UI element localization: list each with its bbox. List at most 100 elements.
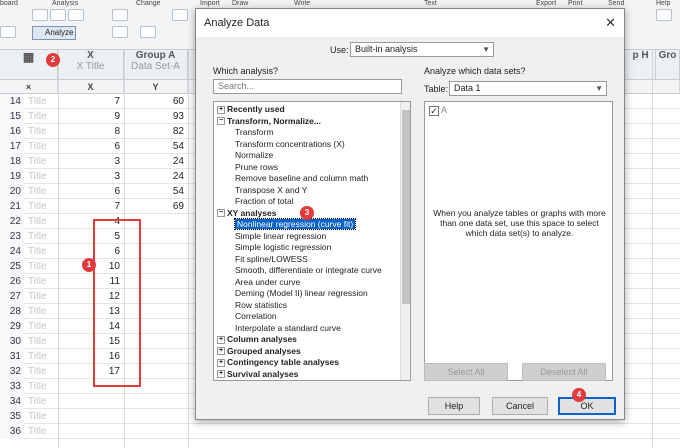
cell-y[interactable]: 69: [124, 199, 186, 214]
row-title[interactable]: Title: [28, 259, 47, 274]
arrows-icon[interactable]: [112, 9, 128, 21]
tree-item[interactable]: Fit spline/LOWESS: [214, 254, 308, 266]
row-title[interactable]: Title: [28, 349, 47, 364]
dataset-list[interactable]: ✓ A When you analyze tables or graphs wi…: [424, 101, 613, 381]
expand-toggle-icon[interactable]: −: [217, 209, 225, 218]
tree-category[interactable]: + Grouped analyses: [214, 346, 301, 358]
tree-category[interactable]: + Column analyses: [214, 334, 297, 346]
row-number: 14: [0, 94, 24, 109]
ok-button[interactable]: OK: [558, 397, 616, 415]
cell-y[interactable]: 24: [124, 154, 186, 169]
cell-y[interactable]: 24: [124, 169, 186, 184]
dataset-a-checkbox[interactable]: ✓: [429, 106, 439, 116]
cell-y[interactable]: 93: [124, 109, 186, 124]
row-title[interactable]: Title: [28, 244, 47, 259]
table-row[interactable]: 36 Title: [0, 424, 680, 439]
tree-item[interactable]: Prune rows: [214, 162, 278, 174]
tree-item[interactable]: Normalize: [214, 150, 273, 162]
column-a-header[interactable]: Group A Data Set-A: [124, 50, 188, 80]
tree-item[interactable]: Transform concentrations (X): [214, 139, 345, 151]
row-title[interactable]: Title: [28, 364, 47, 379]
tree-category[interactable]: − XY analyses: [214, 208, 276, 220]
tree-category[interactable]: + Recently used: [214, 104, 285, 116]
use-select[interactable]: Built-in analysis ▼: [350, 42, 494, 57]
tree-item[interactable]: Deming (Model II) linear regression: [214, 288, 368, 300]
column-x-header[interactable]: XX Title: [58, 50, 124, 80]
cell-y[interactable]: 54: [124, 184, 186, 199]
close-icon[interactable]: ✕: [605, 15, 616, 31]
tree-item[interactable]: Simple linear regression: [214, 231, 326, 243]
expand-toggle-icon[interactable]: +: [217, 105, 225, 114]
row-title[interactable]: Title: [28, 274, 47, 289]
row-title[interactable]: Title: [28, 184, 47, 199]
cell-x[interactable]: 6: [62, 139, 122, 154]
deselect-all-button[interactable]: Deselect All: [522, 363, 606, 381]
row-title[interactable]: Title: [28, 124, 47, 139]
expand-toggle-icon[interactable]: +: [217, 335, 225, 344]
xy-graph-icon[interactable]: [32, 9, 48, 21]
column-g-header[interactable]: Gro: [656, 50, 680, 80]
sort-icon[interactable]: [112, 26, 128, 38]
new-sheet-icon[interactable]: [0, 26, 16, 38]
tree-item[interactable]: Area under curve: [214, 277, 300, 289]
fill-color-icon[interactable]: [172, 9, 188, 21]
cell-y[interactable]: 82: [124, 124, 186, 139]
number-format-icon[interactable]: [140, 26, 156, 38]
row-title[interactable]: Title: [28, 154, 47, 169]
tree-category[interactable]: + Contingency table analyses: [214, 357, 339, 369]
cell-x[interactable]: 3: [62, 154, 122, 169]
tree-item[interactable]: Smooth, differentiate or integrate curve: [214, 265, 382, 277]
expand-toggle-icon[interactable]: +: [217, 370, 225, 379]
row-title[interactable]: Title: [28, 229, 47, 244]
row-title[interactable]: Title: [28, 304, 47, 319]
row-title[interactable]: Title: [28, 379, 47, 394]
scrollbar-thumb[interactable]: [402, 110, 410, 304]
tree-category[interactable]: − Transform, Normalize...: [214, 116, 321, 128]
row-title[interactable]: Title: [28, 334, 47, 349]
row-title[interactable]: Title: [28, 139, 47, 154]
row-title[interactable]: Title: [28, 214, 47, 229]
cancel-button[interactable]: Cancel: [492, 397, 548, 415]
tree-item[interactable]: Row statistics: [214, 300, 287, 312]
tree-category[interactable]: + Survival analyses: [214, 369, 298, 381]
cell-x[interactable]: 7: [62, 94, 122, 109]
bar-graph-icon[interactable]: [50, 9, 66, 21]
cell-x[interactable]: 9: [62, 109, 122, 124]
row-title[interactable]: Title: [28, 109, 47, 124]
cell-x[interactable]: 3: [62, 169, 122, 184]
row-title[interactable]: Title: [28, 289, 47, 304]
tree-item[interactable]: Simple logistic regression: [214, 242, 331, 254]
scatter-graph-icon[interactable]: [68, 9, 84, 21]
expand-toggle-icon[interactable]: −: [217, 117, 225, 126]
search-input[interactable]: Search...: [213, 79, 402, 94]
tree-scrollbar[interactable]: [400, 102, 410, 380]
cell-x[interactable]: 8: [62, 124, 122, 139]
cell-x[interactable]: 7: [62, 199, 122, 214]
tree-item[interactable]: Transpose X and Y: [214, 185, 307, 197]
row-title[interactable]: Title: [28, 94, 47, 109]
tree-item[interactable]: Fraction of total: [214, 196, 294, 208]
cell-x[interactable]: 6: [62, 184, 122, 199]
tree-item[interactable]: Interpolate a standard curve: [214, 323, 341, 335]
row-title[interactable]: Title: [28, 424, 47, 439]
expand-toggle-icon[interactable]: +: [217, 358, 225, 367]
help-button[interactable]: Help: [428, 397, 480, 415]
select-all-button[interactable]: Select All: [424, 363, 508, 381]
row-title[interactable]: Title: [28, 169, 47, 184]
analyze-button[interactable]: Analyze: [32, 26, 76, 40]
tree-item[interactable]: Nonlinear regression (curve fit): [214, 218, 357, 231]
tree-item[interactable]: Transform: [214, 127, 273, 139]
row-title[interactable]: Title: [28, 394, 47, 409]
tree-item[interactable]: Remove baseline and column math: [214, 173, 368, 185]
help-icon[interactable]: [656, 9, 672, 21]
tree-item[interactable]: Correlation: [214, 311, 277, 323]
row-number: 19: [0, 169, 24, 184]
cell-y[interactable]: 54: [124, 139, 186, 154]
analysis-tree[interactable]: + Recently used − Transform, Normalize... Tr…: [213, 101, 411, 381]
row-title[interactable]: Title: [28, 409, 47, 424]
cell-y[interactable]: 60: [124, 94, 186, 109]
expand-toggle-icon[interactable]: +: [217, 347, 225, 356]
table-select[interactable]: Data 1 ▼: [449, 81, 607, 96]
row-title[interactable]: Title: [28, 319, 47, 334]
row-title[interactable]: Title: [28, 199, 47, 214]
